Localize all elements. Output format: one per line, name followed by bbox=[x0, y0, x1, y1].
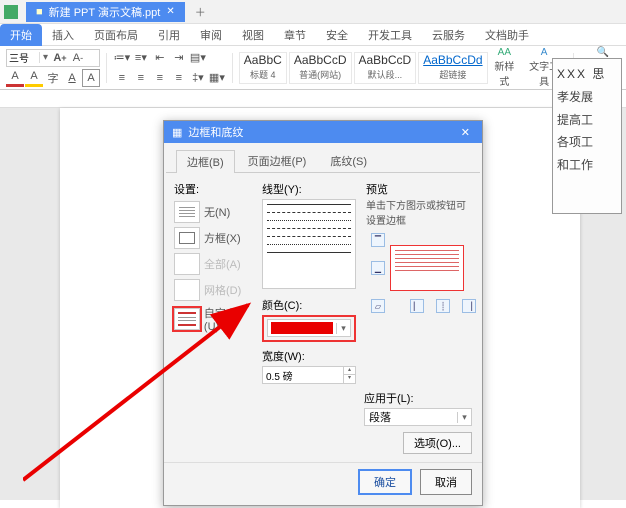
preview-right-button[interactable]: ▕ bbox=[462, 299, 476, 313]
tab-shading[interactable]: 底纹(S) bbox=[319, 149, 378, 172]
linetype-list[interactable] bbox=[262, 199, 356, 289]
linetype-option[interactable] bbox=[267, 252, 351, 253]
linetype-option[interactable] bbox=[267, 212, 351, 213]
preview-top-button[interactable]: ▔ bbox=[371, 233, 385, 247]
setting-all: 全部(A) bbox=[174, 253, 252, 275]
ok-button[interactable]: 确定 bbox=[358, 469, 412, 495]
style-column: 线型(Y): 颜色(C): ▾ 宽度(W): bbox=[262, 181, 356, 384]
all-icon bbox=[174, 253, 200, 275]
width-label: 宽度(W): bbox=[262, 348, 356, 364]
linetype-option[interactable] bbox=[267, 228, 351, 229]
linetype-option[interactable] bbox=[267, 220, 351, 221]
apply-label: 应用于(L): bbox=[364, 390, 472, 406]
setting-none[interactable]: 无(N) bbox=[174, 201, 252, 223]
borders-shading-dialog: ▦ 边框和底纹 ✕ 边框(B) 页面边框(P) 底纹(S) 设置: 无(N) 方… bbox=[163, 120, 483, 506]
preview-grid: ▔ ▁ ▱ ▏ ┊ ▕ bbox=[366, 233, 472, 321]
grid-icon bbox=[174, 279, 200, 301]
linetype-label: 线型(Y): bbox=[262, 181, 356, 197]
dialog-mask: ▦ 边框和底纹 ✕ 边框(B) 页面边框(P) 底纹(S) 设置: 无(N) 方… bbox=[0, 0, 626, 500]
none-icon bbox=[174, 201, 200, 223]
options-button[interactable]: 选项(O)... bbox=[403, 432, 472, 454]
color-label: 颜色(C): bbox=[262, 297, 356, 313]
width-spinner[interactable]: ▴▾ bbox=[343, 367, 355, 383]
preview-corner-button[interactable]: ▱ bbox=[371, 299, 385, 313]
dialog-icon: ▦ bbox=[172, 126, 182, 139]
setting-grid: 网格(D) bbox=[174, 279, 252, 301]
linetype-option[interactable] bbox=[267, 204, 351, 205]
close-icon[interactable]: ✕ bbox=[457, 126, 474, 139]
preview-label: 预览 bbox=[366, 181, 472, 197]
settings-column: 设置: 无(N) 方框(X) 全部(A) 网格(D) bbox=[174, 181, 252, 384]
preview-bottom-button[interactable]: ▁ bbox=[371, 261, 385, 275]
preview-column: 预览 单击下方图示或按钮可设置边框 ▔ ▁ ▱ ▏ ┊ ▕ bbox=[366, 181, 472, 384]
box-icon bbox=[174, 227, 200, 249]
preview-frame[interactable] bbox=[390, 245, 464, 291]
chevron-down-icon[interactable]: ▾ bbox=[336, 323, 350, 334]
dialog-body: 设置: 无(N) 方框(X) 全部(A) 网格(D) bbox=[164, 173, 482, 390]
dialog-tabs: 边框(B) 页面边框(P) 底纹(S) bbox=[166, 143, 480, 173]
tab-page-border[interactable]: 页面边框(P) bbox=[237, 149, 318, 172]
color-select[interactable]: ▾ bbox=[267, 319, 351, 337]
preview-left-button[interactable]: ▏ bbox=[410, 299, 424, 313]
divider bbox=[164, 462, 482, 463]
custom-icon bbox=[174, 308, 200, 330]
setting-custom[interactable]: 自定义(U) bbox=[174, 305, 252, 333]
chevron-down-icon[interactable]: ▾ bbox=[457, 412, 471, 423]
tab-borders[interactable]: 边框(B) bbox=[176, 150, 235, 173]
dialog-title: 边框和底纹 bbox=[188, 124, 243, 140]
apply-to-select[interactable]: 段落 ▾ bbox=[364, 408, 472, 426]
settings-label: 设置: bbox=[174, 181, 252, 197]
preview-hint: 单击下方图示或按钮可设置边框 bbox=[366, 197, 472, 227]
cancel-button[interactable]: 取消 bbox=[420, 469, 472, 495]
color-swatch bbox=[271, 322, 333, 334]
dialog-titlebar[interactable]: ▦ 边框和底纹 ✕ bbox=[164, 121, 482, 143]
preview-mid-button[interactable]: ┊ bbox=[436, 299, 450, 313]
linetype-option[interactable] bbox=[267, 236, 351, 237]
setting-box[interactable]: 方框(X) bbox=[174, 227, 252, 249]
linetype-option[interactable] bbox=[267, 244, 351, 245]
apply-row: 应用于(L): 段落 ▾ bbox=[164, 390, 482, 432]
color-highlight-box: ▾ bbox=[262, 315, 356, 342]
width-select[interactable]: 0.5 磅 ▴▾ bbox=[262, 366, 356, 384]
